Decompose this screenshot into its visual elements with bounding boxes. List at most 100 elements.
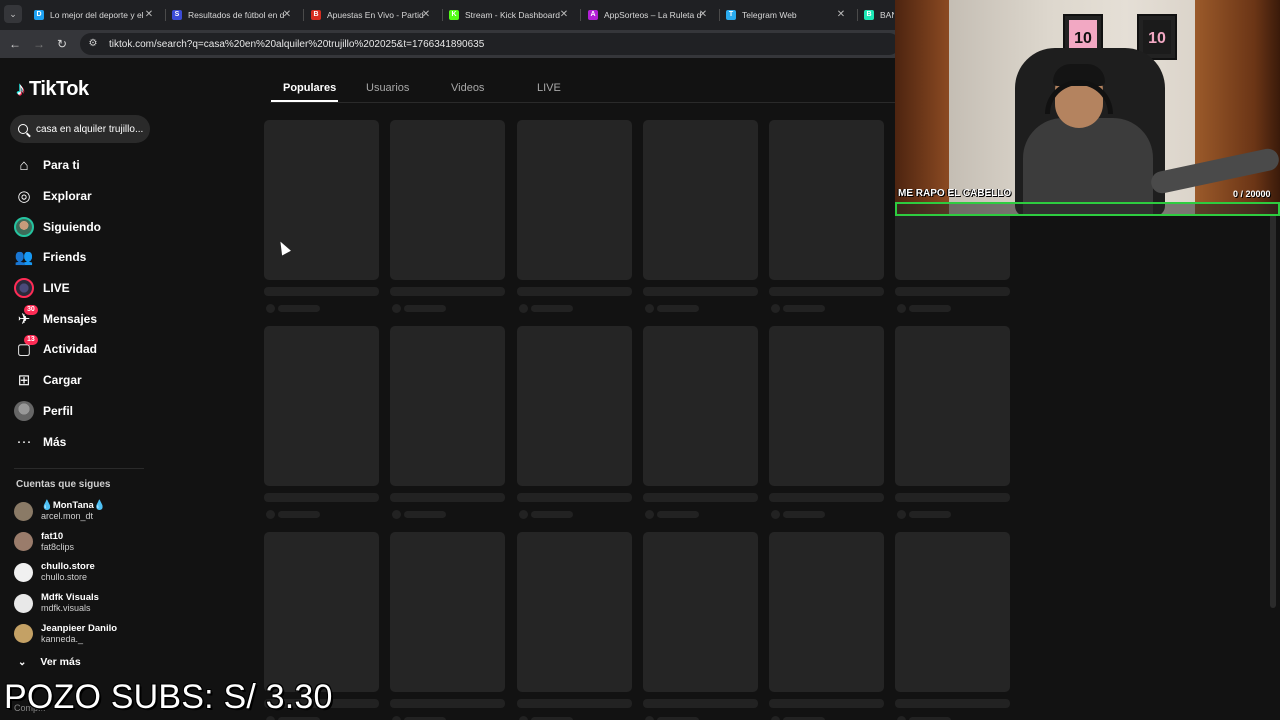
webcam-overlay: 10 10 ME RAPO EL CABELLO 0 / 20000 <box>895 0 1280 216</box>
search-box[interactable] <box>10 115 150 143</box>
back-arrow-icon[interactable]: ← <box>8 37 22 51</box>
tab-label: AppSorteos – La Ruleta d <box>604 10 702 20</box>
loading-video-card[interactable] <box>390 120 505 313</box>
tab-close-icon[interactable]: ✕ <box>282 9 292 21</box>
thumbnail-placeholder <box>264 326 379 486</box>
title-placeholder <box>769 699 884 708</box>
chevron-down-icon: ⌄ <box>18 656 27 668</box>
thumbnail-placeholder <box>769 120 884 280</box>
tab-label: Telegram Web <box>742 10 797 20</box>
thumbnail-placeholder <box>769 532 884 692</box>
more-icon: ··· <box>16 433 32 451</box>
title-placeholder <box>390 699 505 708</box>
tab-close-icon[interactable]: ✕ <box>144 9 154 21</box>
loading-video-card[interactable] <box>769 326 884 519</box>
loading-video-card[interactable] <box>390 532 505 720</box>
tab-live[interactable]: LIVE <box>537 82 561 94</box>
tiktok-logo[interactable]: ♪ TikTok <box>16 78 89 101</box>
loading-video-card[interactable] <box>643 532 758 720</box>
following-account[interactable]: Jeanpieer Danilo kanneda._ <box>14 618 117 649</box>
loading-video-card[interactable] <box>264 532 379 720</box>
tab-close-icon[interactable]: ✕ <box>559 9 569 21</box>
loading-video-card[interactable] <box>895 532 1010 720</box>
thumbnail-placeholder <box>517 120 632 280</box>
loading-video-card[interactable] <box>517 532 632 720</box>
author-placeholder <box>404 305 446 312</box>
browser-tab[interactable]: K Stream - Kick Dashboard ✕ <box>449 3 569 27</box>
sidebar-item-actividad[interactable]: ▢ 13 Actividad <box>14 334 101 365</box>
sidebar-item-label: Más <box>43 434 67 449</box>
sidebar-item-mensajes[interactable]: ✈ 30 Mensajes <box>14 303 101 334</box>
tab-label: Lo mejor del deporte y el <box>50 10 144 20</box>
loading-video-card[interactable] <box>643 326 758 519</box>
following-account[interactable]: chullo.store chullo.store <box>14 557 117 588</box>
page-scrollbar[interactable] <box>1270 148 1276 608</box>
loading-video-card[interactable] <box>517 120 632 313</box>
profile-avatar-icon <box>14 400 34 421</box>
site-settings-icon[interactable]: ⚙ <box>86 37 100 51</box>
account-handle: fat8clips <box>41 541 75 552</box>
author-placeholder <box>278 305 320 312</box>
sidebar-item-cargar[interactable]: ⊞ Cargar <box>14 365 101 396</box>
browser-tab[interactable]: B Apuestas En Vivo - Partid ✕ <box>311 3 431 27</box>
loading-video-card[interactable] <box>643 120 758 313</box>
reload-icon[interactable]: ↻ <box>55 37 69 51</box>
sidebar-item-ms[interactable]: ··· Más <box>14 426 101 457</box>
loading-video-card[interactable] <box>390 326 505 519</box>
sidebar-item-perfil[interactable]: Perfil <box>14 396 101 427</box>
browser-tab[interactable]: A AppSorteos – La Ruleta d ✕ <box>588 3 708 27</box>
avatar-placeholder <box>392 304 401 313</box>
loading-video-card[interactable] <box>895 326 1010 519</box>
loading-video-card[interactable] <box>517 326 632 519</box>
following-avatar-icon <box>14 216 34 237</box>
thumbnail-placeholder <box>390 326 505 486</box>
following-list: 💧MonTana💧 arcel.mon_dt fat10 fat8clips chull… <box>14 496 117 649</box>
following-account[interactable]: fat10 fat8clips <box>14 527 117 558</box>
sidebar-item-siguiendo[interactable]: Siguiendo <box>14 211 101 242</box>
account-text: Mdfk Visuals mdfk.visuals <box>41 592 99 614</box>
tab-close-icon[interactable]: ✕ <box>421 9 431 21</box>
thumbnail-placeholder <box>643 532 758 692</box>
avatar-placeholder <box>645 510 654 519</box>
loading-video-card[interactable] <box>264 326 379 519</box>
title-placeholder <box>643 493 758 502</box>
sidebar-item-live[interactable]: LIVE <box>14 273 101 304</box>
title-placeholder <box>769 287 884 296</box>
loading-video-card[interactable] <box>264 120 379 313</box>
sidebar-item-friends[interactable]: 👥 Friends <box>14 242 101 273</box>
tab-populares[interactable]: Populares <box>283 82 336 94</box>
tab-videos[interactable]: Videos <box>451 82 484 94</box>
search-icon[interactable] <box>18 124 28 134</box>
following-account[interactable]: 💧MonTana💧 arcel.mon_dt <box>14 496 117 527</box>
tab-favicon-icon: B <box>864 10 874 20</box>
browser-tab[interactable]: S Resultados de fútbol en d ✕ <box>172 3 292 27</box>
forward-arrow-icon[interactable]: → <box>32 37 46 51</box>
tab-usuarios[interactable]: Usuarios <box>366 82 409 94</box>
see-more-label: Ver más <box>40 656 81 668</box>
browser-tab[interactable]: D Lo mejor del deporte y el ✕ <box>34 3 154 27</box>
thumbnail-placeholder <box>643 326 758 486</box>
tab-search-dropdown-icon[interactable]: ⌄ <box>4 5 22 23</box>
tab-close-icon[interactable]: ✕ <box>698 9 708 21</box>
loading-video-card[interactable] <box>769 532 884 720</box>
tab-separator <box>580 9 581 21</box>
tab-separator <box>165 9 166 21</box>
browser-tab[interactable]: B BAN <box>864 3 894 27</box>
url-text[interactable]: tiktok.com/search?q=casa%20en%20alquiler… <box>109 39 484 50</box>
upload-icon: ⊞ <box>17 372 31 390</box>
friends-icon: 👥 <box>14 249 34 267</box>
sidebar-item-parati[interactable]: ⌂ Para ti <box>14 150 101 181</box>
sidebar-item-label: LIVE <box>43 281 70 296</box>
search-input[interactable] <box>36 123 146 135</box>
see-more-button[interactable]: ⌄ Ver más <box>18 656 81 668</box>
sidebar-item-explorar[interactable]: ◎ Explorar <box>14 181 101 212</box>
tabs-divider <box>270 102 895 103</box>
account-text: chullo.store chullo.store <box>41 561 95 583</box>
tab-close-icon[interactable]: ✕ <box>836 9 846 21</box>
title-placeholder <box>390 493 505 502</box>
browser-tab[interactable]: T Telegram Web ✕ <box>726 3 846 27</box>
following-account[interactable]: Mdfk Visuals mdfk.visuals <box>14 588 117 619</box>
loading-video-card[interactable] <box>769 120 884 313</box>
address-bar[interactable]: ⚙ tiktok.com/search?q=casa%20en%20alquil… <box>80 33 900 55</box>
title-placeholder <box>390 287 505 296</box>
